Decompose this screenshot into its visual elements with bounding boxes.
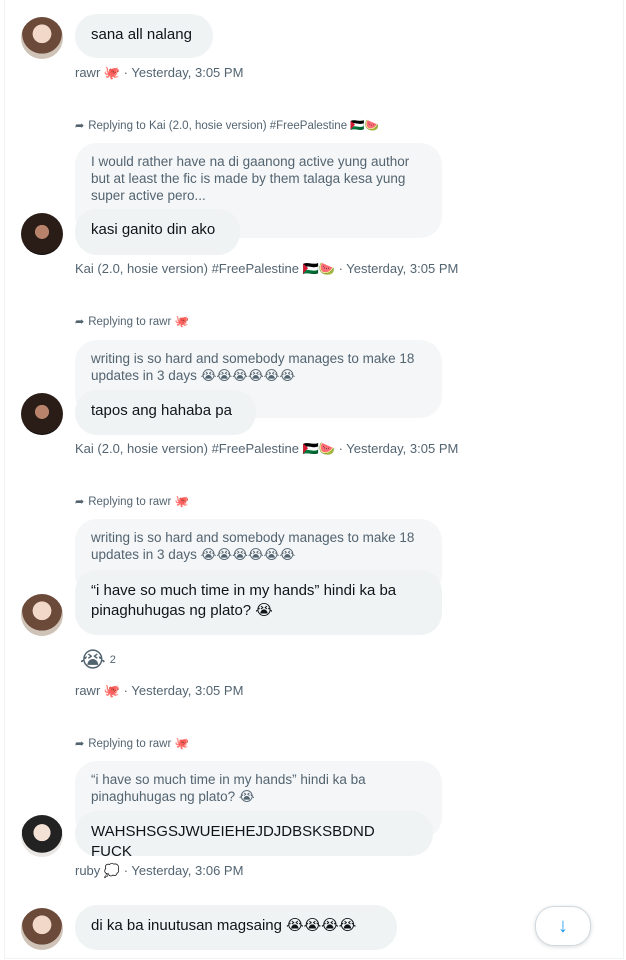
- reply-label: Replying to Kai (2.0, hosie version) #Fr…: [88, 120, 379, 132]
- arrow-down-icon: ↓: [558, 914, 568, 937]
- message-bubble[interactable]: sana all nalang: [75, 14, 213, 58]
- reply-arrow-icon: ➦: [75, 496, 85, 508]
- avatar-rawr[interactable]: [21, 17, 63, 59]
- message-meta: ruby 💭 · Yesterday, 3:06 PM: [75, 863, 244, 878]
- reply-indicator: ➦ Replying to rawr 🐙: [75, 737, 189, 751]
- reply-indicator: ➦ Replying to rawr 🐙: [75, 315, 189, 329]
- message-bubble[interactable]: “i have so much time in my hands” hindi …: [75, 570, 442, 635]
- message-bubble[interactable]: WAHSHSGSJWUEIEHEJDJDBSKSBDND FUCK: [75, 811, 433, 860]
- message-meta: Kai (2.0, hosie version) #FreePalestine …: [75, 441, 459, 456]
- message-bubble[interactable]: tapos ang hahaba pa: [75, 390, 256, 435]
- reply-arrow-icon: ➦: [75, 120, 85, 132]
- message-bubble[interactable]: di ka ba inuutusan magsaing 😭😭😭😭: [75, 905, 397, 950]
- reply-label: Replying to rawr 🐙: [88, 316, 189, 328]
- crying-emoji-icon: 😭: [80, 647, 106, 672]
- message-meta: rawr 🐙 · Yesterday, 3:05 PM: [75, 683, 244, 698]
- reply-label: Replying to rawr 🐙: [88, 496, 189, 508]
- scroll-to-bottom-button[interactable]: ↓: [535, 906, 591, 946]
- message-meta: Kai (2.0, hosie version) #FreePalestine …: [75, 261, 459, 276]
- message-meta: rawr 🐙 · Yesterday, 3:05 PM: [75, 65, 244, 80]
- reply-indicator: ➦ Replying to Kai (2.0, hosie version) #…: [75, 119, 379, 133]
- avatar-ruby[interactable]: [21, 815, 63, 857]
- avatar-rawr[interactable]: [21, 908, 63, 950]
- reaction[interactable]: 😭 2: [80, 648, 116, 672]
- reaction-count: 2: [109, 654, 116, 666]
- reply-arrow-icon: ➦: [75, 738, 85, 750]
- avatar-rawr[interactable]: [21, 594, 63, 636]
- avatar-kai[interactable]: [21, 393, 63, 435]
- message-bubble[interactable]: kasi ganito din ako: [75, 209, 240, 255]
- reply-indicator: ➦ Replying to rawr 🐙: [75, 495, 189, 509]
- avatar-kai[interactable]: [21, 213, 63, 255]
- reply-label: Replying to rawr 🐙: [88, 738, 189, 750]
- reply-arrow-icon: ➦: [75, 316, 85, 328]
